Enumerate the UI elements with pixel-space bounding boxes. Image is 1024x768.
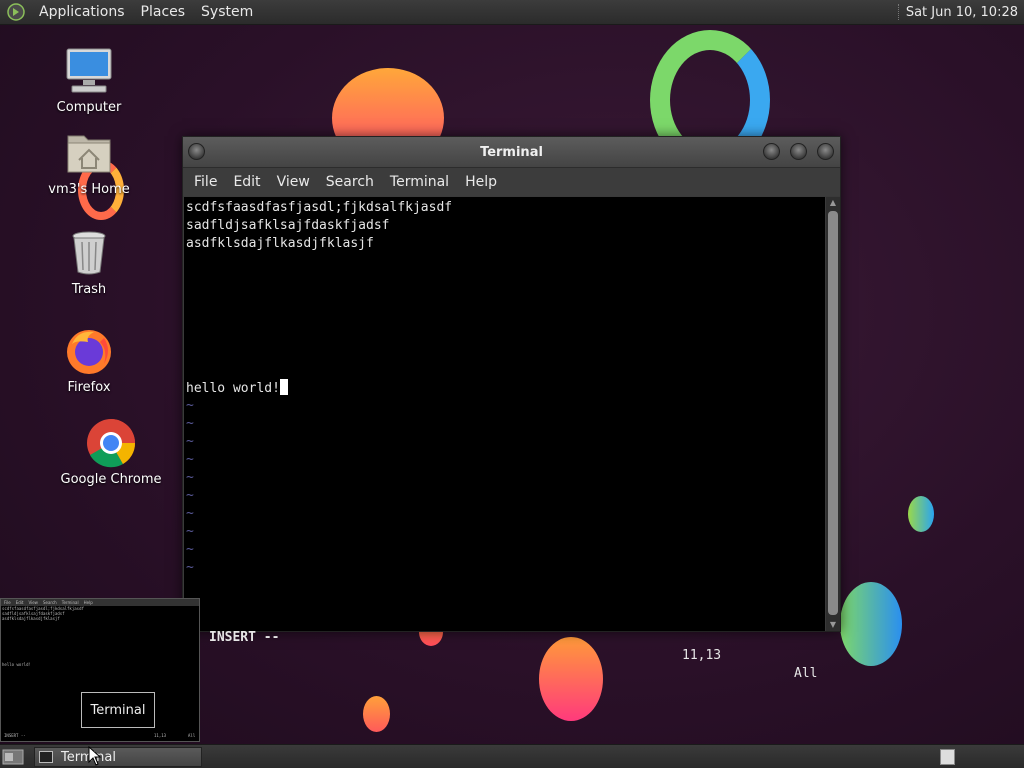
chrome-icon (86, 418, 136, 468)
empty-line-marker: ~ (186, 542, 194, 557)
show-desktop-icon[interactable] (2, 748, 24, 766)
vim-status-line: INSERT -- 11,13 All (184, 611, 825, 681)
places-menu[interactable]: Places (133, 4, 194, 20)
preview-menubar: File Edit View Search Terminal Help (1, 599, 199, 606)
preview-tooltip: Terminal (81, 692, 155, 728)
cursor-position: 11,13 (682, 648, 722, 663)
panel-separator (897, 4, 900, 20)
blue-blob-right-large (840, 582, 902, 666)
empty-line-marker: ~ (186, 398, 194, 413)
desktop-icon-home[interactable]: vm3's Home (34, 128, 144, 197)
distro-logo-icon[interactable] (7, 3, 25, 21)
system-menu[interactable]: System (193, 4, 261, 20)
preview-menu-item: View (28, 600, 38, 605)
terminal-text-area[interactable]: scdfsfaasdfasfjasdl;fjkdsalfkjasdf sadfl… (184, 197, 825, 681)
blue-blob-right-small (908, 496, 934, 532)
preview-menu-item: Edit (15, 600, 24, 605)
mouse-pointer-icon (88, 746, 102, 766)
window-titlebar[interactable]: Terminal (183, 137, 840, 168)
empty-line-marker: ~ (186, 470, 194, 485)
preview-cursor-line: hello world! (2, 662, 31, 667)
vim-mode: INSERT -- (209, 630, 280, 645)
empty-line-marker: ~ (186, 524, 194, 539)
preview-menu-item: Terminal (61, 600, 79, 605)
orange-blob-bottom (539, 637, 603, 721)
menu-view[interactable]: View (269, 174, 318, 190)
preview-menu-item: File (4, 600, 11, 605)
menu-help[interactable]: Help (457, 174, 505, 190)
menu-file[interactable]: File (186, 174, 225, 190)
desktop-icon-label: Computer (56, 100, 122, 115)
scroll-up-arrow-icon[interactable]: ▲ (826, 197, 840, 209)
bottom-panel: Terminal (0, 744, 1024, 768)
desktop-icon-firefox[interactable]: Firefox (34, 326, 144, 395)
terminal-line: sadfldjsafklsajfdaskfjadsf (186, 218, 390, 233)
desktop-icon-label: Firefox (67, 380, 111, 395)
preview-status-line: INSERT -- 11,13 All (4, 733, 198, 738)
scrollbar-thumb[interactable] (828, 211, 838, 615)
desktop-icon-label: Google Chrome (60, 472, 162, 487)
scroll-down-arrow-icon[interactable]: ▼ (826, 619, 840, 631)
desktop-icon-trash[interactable]: Trash (34, 228, 144, 297)
terminal-line: asdfklsdajflkasdjfklasjf (186, 236, 374, 251)
terminal-scrollbar[interactable]: ▲ ▼ (826, 197, 840, 631)
desktop-icon-computer[interactable]: Computer (34, 46, 144, 115)
terminal-window[interactable]: Terminal File Edit View Search Terminal … (182, 136, 841, 681)
empty-line-marker: ~ (186, 416, 194, 431)
desktop-icon-label: Trash (71, 282, 107, 297)
terminal-line: scdfsfaasdfasfjasdl;fjkdsalfkjasdf (186, 200, 453, 215)
clock[interactable]: Sat Jun 10, 10:28 (906, 5, 1018, 20)
preview-mode: INSERT -- (4, 733, 26, 738)
maximize-button[interactable] (790, 143, 807, 160)
scroll-position: All (794, 666, 818, 681)
home-folder-icon (64, 128, 114, 178)
firefox-icon (64, 326, 114, 376)
top-panel: Applications Places System Sat Jun 10, 1… (0, 0, 1024, 25)
menu-terminal[interactable]: Terminal (382, 174, 457, 190)
trash-icon (64, 228, 114, 278)
window-title: Terminal (480, 144, 543, 160)
text-cursor (279, 379, 288, 395)
terminal-cursor-line: hello world! (186, 379, 825, 397)
terminal-task-icon (39, 751, 53, 763)
empty-line-marker: ~ (186, 452, 194, 467)
minimize-button[interactable] (763, 143, 780, 160)
preview-all: All (188, 733, 196, 738)
preview-menu-item: Help (83, 600, 93, 605)
menu-search[interactable]: Search (318, 174, 382, 190)
empty-line-marker: ~ (186, 488, 194, 503)
desktop-icon-chrome[interactable]: Google Chrome (56, 418, 166, 487)
workspace-switcher[interactable] (940, 749, 955, 765)
taskbar-terminal-button[interactable]: Terminal (34, 747, 202, 767)
cursor-line-text: hello world! (186, 381, 280, 396)
preview-pos: 11,13 (154, 733, 167, 738)
preview-menu-item: Search (42, 600, 57, 605)
computer-icon (64, 46, 114, 96)
empty-line-marker: ~ (186, 434, 194, 449)
preview-line: asdfklsdajflkasdjfklasjf (2, 616, 60, 621)
orange-blob-small-bottom (363, 696, 390, 732)
desktop-icon-label: vm3's Home (48, 182, 130, 197)
empty-line-marker: ~ (186, 506, 194, 521)
close-button[interactable] (817, 143, 834, 160)
menu-edit[interactable]: Edit (225, 174, 268, 190)
empty-line-marker: ~ (186, 560, 194, 575)
applications-menu[interactable]: Applications (31, 4, 133, 20)
window-menu-button[interactable] (188, 143, 205, 160)
terminal-menubar: File Edit View Search Terminal Help (183, 168, 840, 196)
